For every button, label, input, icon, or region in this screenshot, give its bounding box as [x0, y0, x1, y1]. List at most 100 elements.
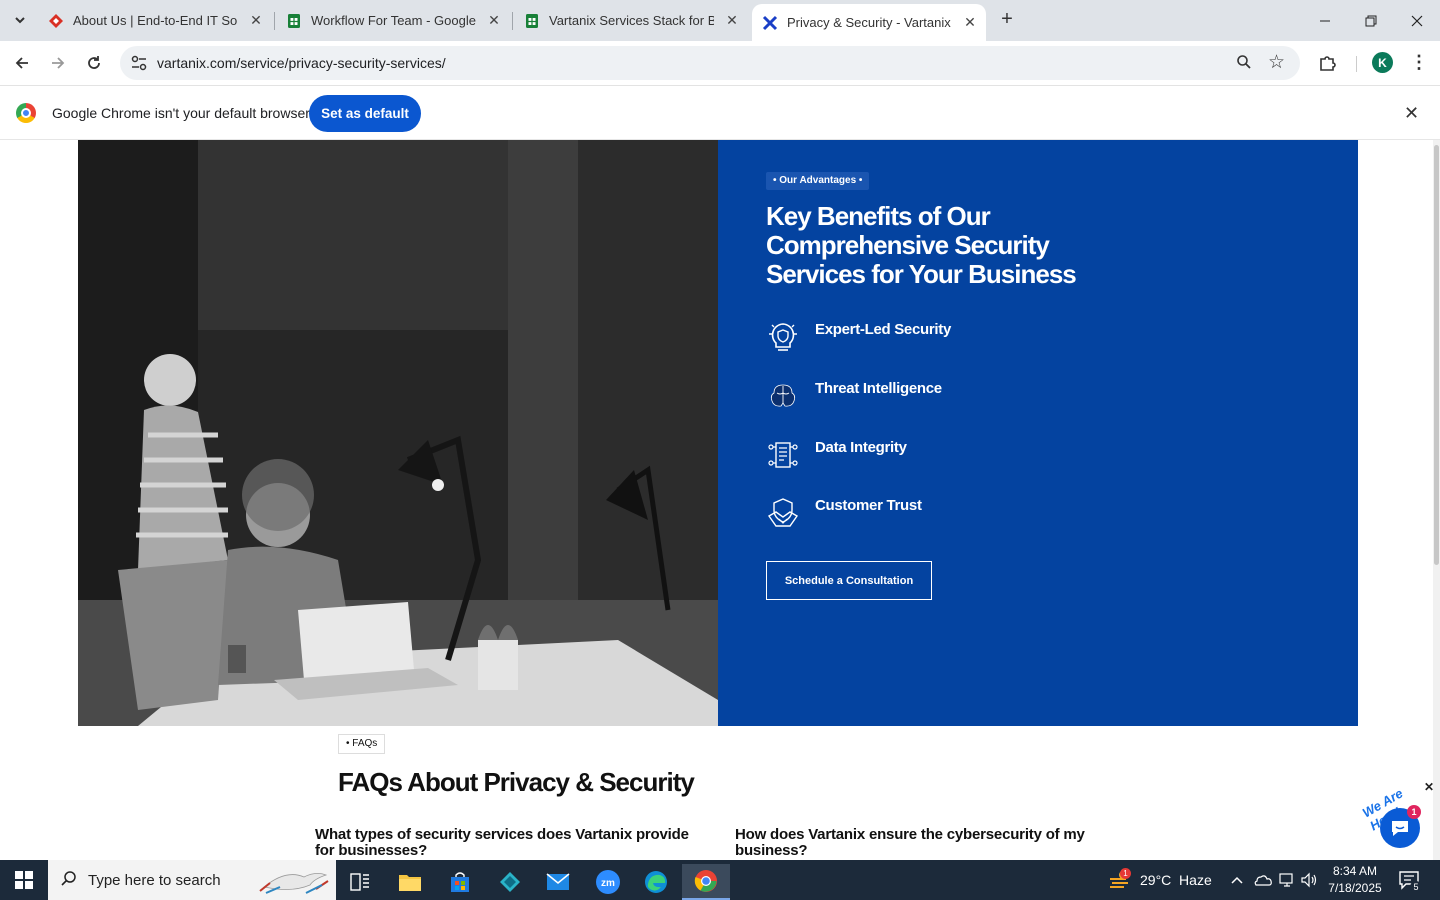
reload-button[interactable] — [82, 51, 106, 75]
close-icon[interactable]: ✕ — [962, 14, 978, 31]
back-button[interactable] — [10, 51, 34, 75]
new-tab-button[interactable]: + — [996, 8, 1018, 30]
menu-kebab-icon[interactable]: ⋮ — [1410, 51, 1428, 75]
back-arrow-icon — [15, 57, 28, 69]
forward-button[interactable] — [46, 51, 70, 75]
tab-title: About Us | End-to-End IT Soluti — [73, 13, 238, 28]
cloud-icon — [1254, 875, 1272, 886]
faq-question[interactable]: What types of security services does Var… — [315, 827, 695, 859]
windows-logo-icon — [15, 871, 33, 889]
profile-avatar[interactable]: K — [1372, 52, 1393, 73]
bulb-shield-icon — [769, 323, 797, 351]
set-as-default-button[interactable]: Set as default — [309, 95, 421, 132]
task-view-icon — [350, 873, 369, 891]
tab-title: Workflow For Team - Google Sh — [311, 13, 476, 28]
default-browser-infobar: Google Chrome isn't your default browser… — [0, 87, 1440, 140]
taskbar-clock[interactable]: 8:34 AM 7/18/2025 — [1324, 863, 1386, 897]
chrome-logo-icon — [16, 103, 36, 123]
search-placeholder: Type here to search — [88, 872, 221, 889]
tab-about-us[interactable]: About Us | End-to-End IT Soluti ✕ — [48, 0, 264, 41]
tab-divider — [512, 12, 513, 30]
task-view-button[interactable] — [336, 864, 384, 900]
tab-divider — [274, 12, 275, 30]
chrome-app[interactable] — [682, 864, 730, 900]
close-icon[interactable]: ✕ — [248, 12, 264, 29]
mail-app[interactable] — [534, 864, 582, 900]
start-button[interactable] — [0, 860, 48, 900]
show-hidden-icons[interactable] — [1230, 860, 1244, 900]
diamond-app[interactable] — [486, 864, 534, 900]
microsoft-store-app[interactable] — [436, 864, 484, 900]
section-badge: • Our Advantages • — [766, 172, 870, 190]
faq-badge: • FAQs — [338, 734, 386, 754]
advantages-panel: • Our Advantages • Key Benefits of Our C… — [718, 140, 1358, 726]
tab-title: Vartanix Services Stack for Blog — [549, 13, 714, 28]
file-explorer-app[interactable] — [386, 864, 434, 900]
toolbar-divider — [1356, 56, 1357, 72]
benefit-label: Data Integrity — [815, 439, 907, 456]
infobar-message: Google Chrome isn't your default browser — [52, 105, 310, 121]
benefit-label: Customer Trust — [815, 497, 922, 514]
benefit-customer-trust: Customer Trust — [766, 496, 922, 532]
zoom-icon[interactable] — [1236, 54, 1252, 74]
chat-bubble-icon — [1392, 821, 1408, 836]
brain-icon — [770, 384, 796, 407]
volume-tray-icon[interactable] — [1300, 860, 1318, 900]
search-icon — [60, 870, 78, 893]
tab-privacy-security[interactable]: Privacy & Security - Vartanix ✕ — [752, 4, 986, 41]
scrollbar-thumb[interactable] — [1434, 145, 1439, 565]
windows-taskbar: Type here to search zm 1 29°C Haze 8:34 … — [0, 860, 1440, 900]
weather-widget[interactable]: 1 29°C Haze — [1108, 860, 1212, 900]
url-text[interactable]: vartanix.com/service/privacy-security-se… — [157, 55, 446, 71]
restore-button[interactable] — [1348, 0, 1394, 41]
speaker-icon — [1301, 872, 1317, 888]
faq-title: FAQs About Privacy & Security — [338, 767, 695, 797]
edge-browser-icon — [645, 871, 667, 893]
close-icon[interactable]: ✕ — [486, 12, 502, 29]
benefit-data-integrity: Data Integrity — [766, 438, 907, 474]
tab-workflow[interactable]: Workflow For Team - Google Sh ✕ — [286, 0, 502, 41]
clock-time: 8:34 AM — [1332, 864, 1378, 878]
folder-icon — [399, 875, 421, 891]
chevron-up-icon — [1231, 876, 1243, 884]
address-bar[interactable]: vartanix.com/service/privacy-security-se… — [120, 46, 1300, 80]
chevron-down-icon — [15, 17, 25, 24]
vartanix-x-icon — [762, 15, 778, 30]
faq-question[interactable]: How does Vartanix ensure the cybersecuri… — [735, 827, 1115, 859]
benefit-expert-led-security: Expert-Led Security — [766, 320, 951, 356]
svg-text:zm: zm — [601, 878, 615, 889]
office-team-photo — [78, 140, 718, 726]
chat-widget[interactable]: We Are Here! ✕ 1 — [1356, 780, 1440, 860]
close-icon — [1411, 15, 1423, 26]
schedule-consultation-button[interactable]: Schedule a Consultation — [766, 561, 932, 600]
handshake-icon — [767, 498, 799, 527]
weather-text: 29°C Haze — [1140, 872, 1212, 888]
close-window-button[interactable] — [1394, 0, 1440, 41]
minimize-icon — [1320, 20, 1330, 21]
reload-icon — [88, 56, 100, 69]
minimize-button[interactable] — [1302, 0, 1348, 41]
notification-count: 5 — [1410, 881, 1422, 893]
taskbar-search-box[interactable]: Type here to search — [48, 860, 336, 900]
forward-arrow-icon — [52, 57, 65, 69]
close-icon[interactable]: ✕ — [1404, 103, 1419, 124]
onedrive-tray-icon[interactable] — [1254, 860, 1272, 900]
restore-icon — [1365, 15, 1377, 26]
network-icon — [1279, 873, 1293, 887]
network-tray-icon[interactable] — [1278, 860, 1296, 900]
store-bag-icon — [451, 872, 469, 892]
benefit-label: Expert-Led Security — [815, 321, 952, 338]
mail-envelope-icon — [546, 873, 570, 890]
site-settings-icon[interactable] — [130, 54, 148, 72]
extensions-puzzle-icon[interactable] — [1318, 53, 1338, 73]
notification-center-button[interactable]: 5 — [1398, 869, 1422, 893]
tab-services-stack[interactable]: Vartanix Services Stack for Blog ✕ — [524, 0, 740, 41]
bookmark-star-icon[interactable]: ☆ — [1268, 51, 1285, 74]
page-content: • Our Advantages • Key Benefits of Our C… — [0, 140, 1440, 860]
search-highlight-dove-icon — [259, 873, 329, 894]
zoom-app[interactable]: zm — [584, 864, 632, 900]
close-icon[interactable]: ✕ — [724, 12, 740, 29]
tab-search-button[interactable] — [6, 8, 34, 32]
edge-app[interactable] — [632, 864, 680, 900]
clock-date: 7/18/2025 — [1328, 881, 1382, 895]
